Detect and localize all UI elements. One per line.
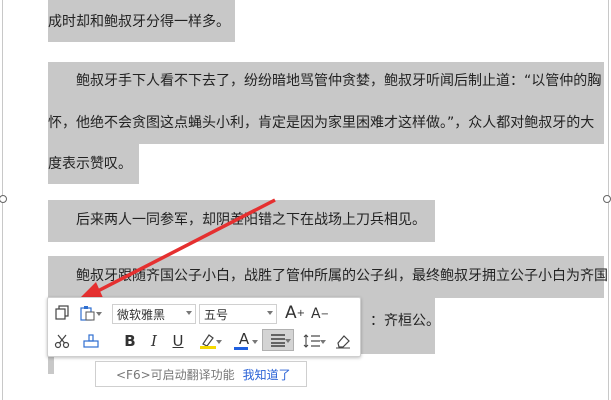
chevron-down-icon <box>320 340 326 344</box>
bold-button[interactable]: B <box>120 331 140 351</box>
chevron-down-icon[interactable] <box>96 312 102 316</box>
chevron-down-icon <box>252 340 258 344</box>
chevron-down-icon <box>216 340 222 344</box>
font-size-select[interactable]: 五号 <box>199 304 277 324</box>
font-color-icon: A <box>238 330 250 348</box>
underline-button[interactable]: U <box>168 331 188 351</box>
line-spacing-icon <box>303 334 320 348</box>
underline-icon: U <box>172 332 184 350</box>
font-name-value: 微软雅黑 <box>117 307 166 322</box>
line-spacing-button[interactable] <box>298 331 326 351</box>
format-painter-icon <box>83 334 99 348</box>
translate-hint-bar: <F6>可启动翻译功能 我知道了 <box>95 361 307 387</box>
italic-icon: I <box>151 332 157 350</box>
paste-button[interactable] <box>76 303 102 323</box>
chevron-down-icon <box>186 311 192 315</box>
highlight-button[interactable] <box>194 331 222 351</box>
shrink-font-button[interactable]: A − <box>310 304 330 324</box>
align-justify-icon <box>271 334 285 347</box>
paste-icon <box>80 306 95 321</box>
eraser-icon <box>336 335 350 349</box>
got-it-link[interactable]: 我知道了 <box>243 366 291 383</box>
italic-button[interactable]: I <box>144 331 164 351</box>
bold-icon: B <box>124 332 136 350</box>
highlighter-icon <box>200 334 216 349</box>
copy-button[interactable] <box>52 303 72 323</box>
font-color-swatch <box>234 347 248 350</box>
scissors-icon <box>54 334 70 349</box>
align-button[interactable] <box>262 329 294 351</box>
clear-format-button[interactable] <box>332 331 354 351</box>
shrink-font-icon: A <box>311 306 321 322</box>
chevron-down-icon <box>285 339 291 343</box>
copy-icon <box>55 305 69 320</box>
format-painter-button[interactable] <box>80 331 102 351</box>
grow-font-button[interactable]: A + <box>284 302 306 324</box>
font-size-value: 五号 <box>204 307 229 322</box>
chevron-down-icon <box>267 311 273 315</box>
cut-button[interactable] <box>52 331 72 351</box>
grow-font-icon: A <box>284 303 297 323</box>
translate-hint-text: <F6>可启动翻译功能 <box>116 367 235 382</box>
floating-format-toolbar: 微软雅黑 五号 A + A − B I U A <box>47 297 361 357</box>
font-name-select[interactable]: 微软雅黑 <box>112 304 196 324</box>
font-color-button[interactable]: A <box>230 330 258 351</box>
